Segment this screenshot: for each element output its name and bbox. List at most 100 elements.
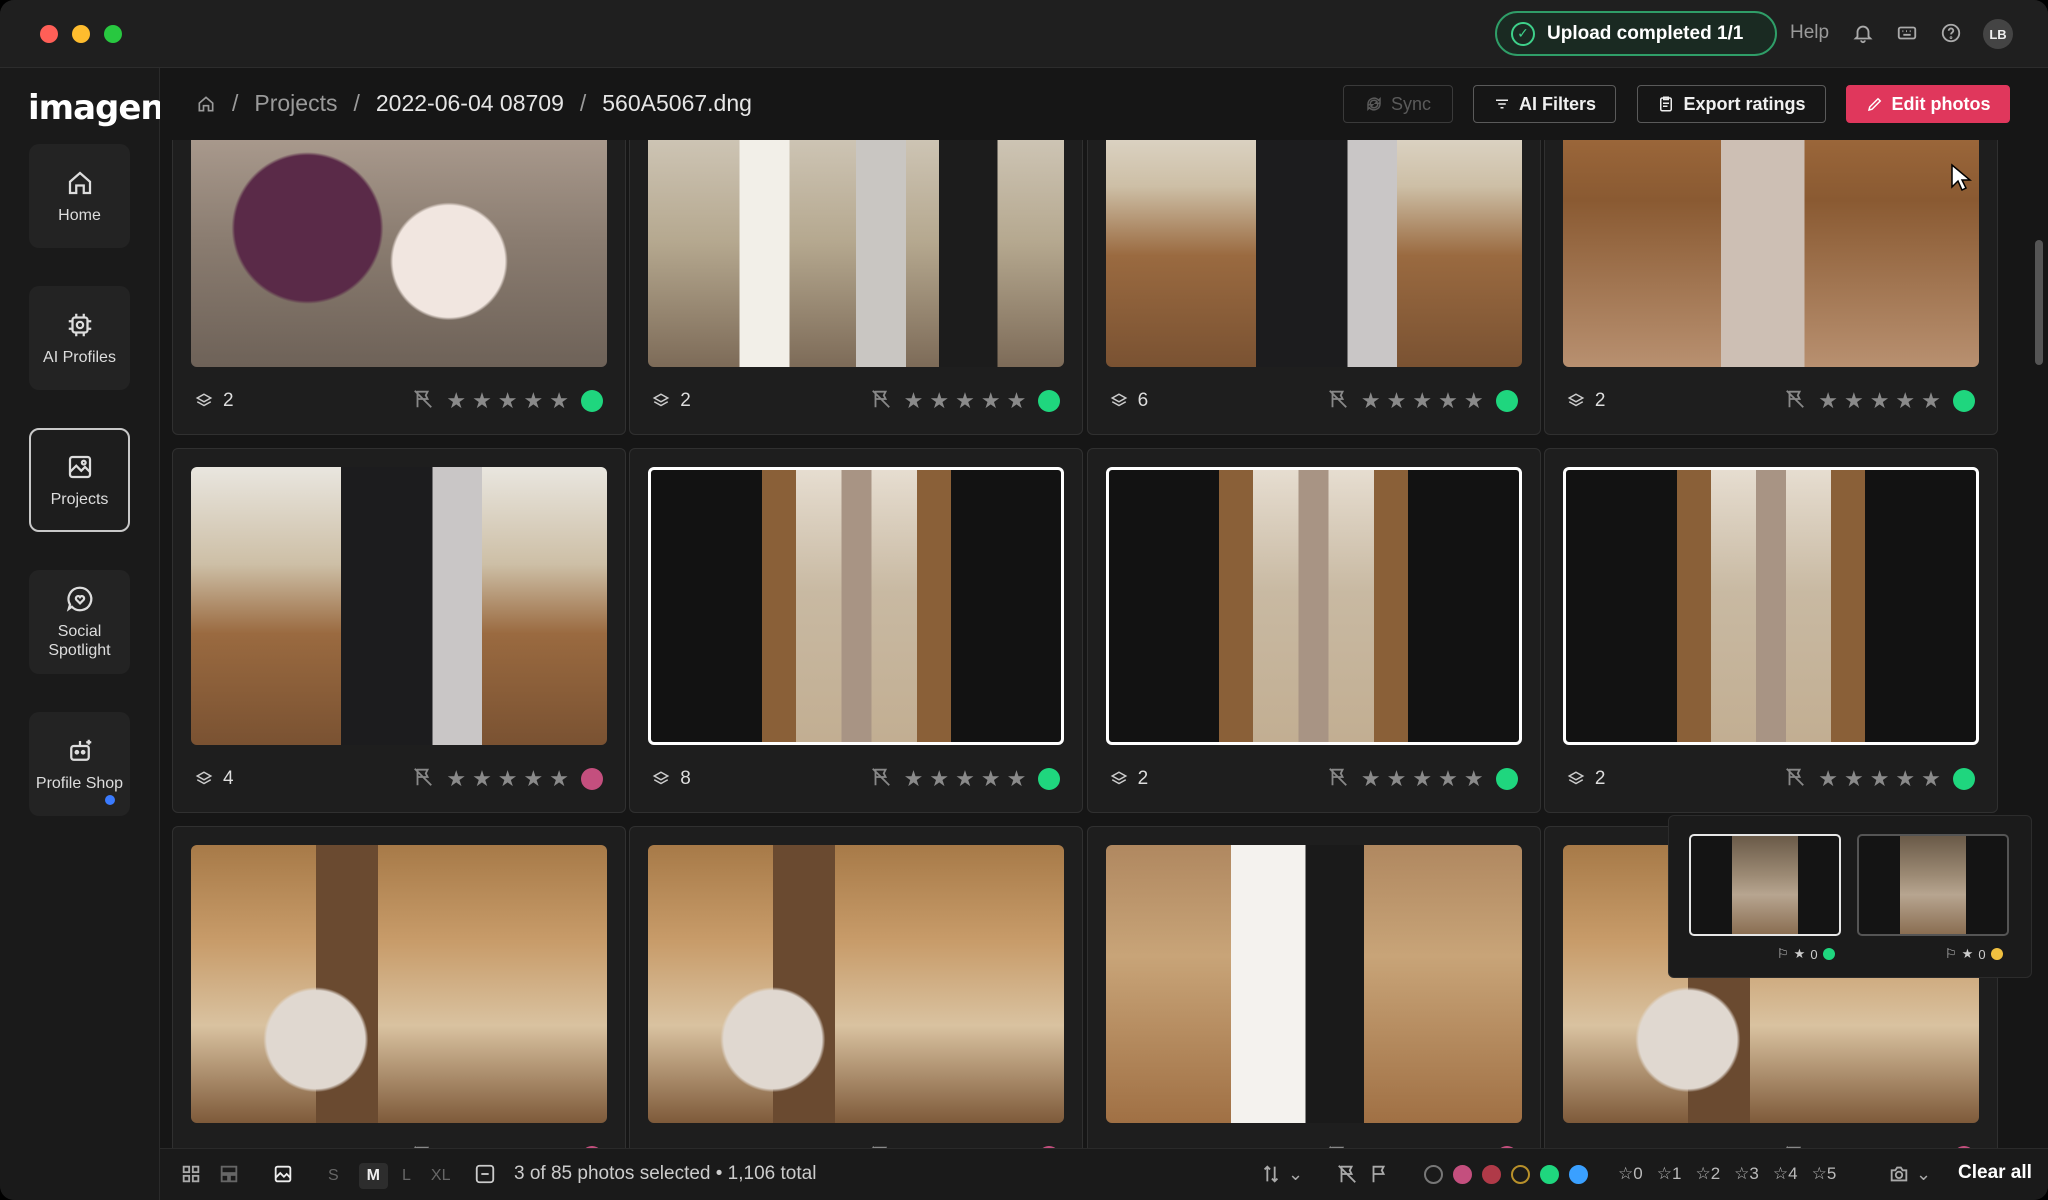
- photo-card[interactable]: 2 ★ ★ ★ ★ ★: [1086, 448, 1541, 813]
- camera-icon[interactable]: ⌄: [1888, 1163, 1931, 1185]
- star-rating-2[interactable]: ★: [1387, 768, 1407, 790]
- sync-button[interactable]: Sync: [1343, 85, 1453, 123]
- star-rating-4[interactable]: ★: [1895, 390, 1915, 412]
- no-flag-icon[interactable]: [412, 388, 440, 415]
- color-filter-dot[interactable]: [1453, 1165, 1472, 1184]
- color-label-dot[interactable]: [581, 390, 603, 412]
- star-rating-5[interactable]: ★: [1921, 768, 1941, 790]
- color-filter-dot[interactable]: [1482, 1165, 1501, 1184]
- star-rating-5[interactable]: ★: [549, 768, 569, 790]
- star-rating-3[interactable]: ★: [1870, 390, 1890, 412]
- star-rating-4[interactable]: ★: [524, 768, 544, 790]
- color-label-dot[interactable]: [581, 768, 603, 790]
- minimize-window-button[interactable]: [72, 25, 90, 43]
- star-rating-2[interactable]: ★: [929, 768, 949, 790]
- pick-flag-icon[interactable]: [1368, 1163, 1390, 1185]
- no-flag-icon[interactable]: [1327, 766, 1355, 793]
- ai-filters-button[interactable]: AI Filters: [1473, 85, 1616, 123]
- star-filter-1[interactable]: ☆1: [1657, 1164, 1682, 1184]
- stack-thumb[interactable]: [1689, 834, 1841, 936]
- no-flag-icon[interactable]: [870, 766, 898, 793]
- size-l[interactable]: L: [402, 1167, 411, 1185]
- star-rating-3[interactable]: ★: [498, 768, 518, 790]
- close-window-button[interactable]: [40, 25, 58, 43]
- star-filter-5[interactable]: ☆5: [1812, 1164, 1837, 1184]
- color-filter-dot[interactable]: [1511, 1165, 1530, 1184]
- photo-thumbnail[interactable]: [1562, 467, 1979, 745]
- color-label-dot[interactable]: [1495, 768, 1518, 790]
- star-rating-1[interactable]: ★: [446, 390, 466, 412]
- photo-card[interactable]: 2 ★ ★ ★ ★ ★: [172, 140, 626, 435]
- star-rating-2[interactable]: ★: [1387, 390, 1407, 412]
- photo-thumbnail[interactable]: [648, 845, 1065, 1123]
- star-rating-3[interactable]: ★: [955, 390, 975, 412]
- photo-thumbnail[interactable]: [1105, 845, 1522, 1123]
- photo-card[interactable]: 2 ★ ★ ★ ★ ★: [1543, 140, 1998, 435]
- size-s[interactable]: S: [328, 1167, 339, 1185]
- star-rating-3[interactable]: ★: [1412, 390, 1432, 412]
- photo-card[interactable]: ★★★★★: [172, 826, 626, 1148]
- keyboard-icon[interactable]: [1894, 20, 1920, 46]
- star-rating-5[interactable]: ★: [1007, 390, 1027, 412]
- bell-icon[interactable]: [1850, 20, 1876, 46]
- star-rating-1[interactable]: ★: [1818, 390, 1838, 412]
- stack-count[interactable]: 2: [652, 390, 691, 412]
- star-filter-0[interactable]: ☆0: [1618, 1164, 1643, 1184]
- color-label-dot[interactable]: [1038, 390, 1061, 412]
- grid-view-icon[interactable]: [180, 1163, 202, 1185]
- photo-thumbnail[interactable]: [191, 845, 607, 1123]
- star-rating-5[interactable]: ★: [1464, 390, 1484, 412]
- color-label-dot[interactable]: [1038, 768, 1061, 790]
- photo-thumbnail[interactable]: [648, 467, 1065, 745]
- star-rating-4[interactable]: ★: [981, 768, 1001, 790]
- photo-thumbnail[interactable]: [1562, 140, 1979, 367]
- star-rating-2[interactable]: ★: [1844, 768, 1864, 790]
- star-rating-4[interactable]: ★: [1895, 768, 1915, 790]
- star-rating-4[interactable]: ★: [981, 390, 1001, 412]
- color-label-dot[interactable]: [1952, 390, 1975, 412]
- edit-photos-button[interactable]: Edit photos: [1846, 85, 2010, 123]
- star-rating-1[interactable]: ★: [904, 768, 924, 790]
- breadcrumb-project[interactable]: 2022-06-04 08709: [376, 90, 564, 117]
- no-flag-icon[interactable]: [1327, 388, 1355, 415]
- user-avatar[interactable]: LB: [1983, 19, 2013, 49]
- stack-count[interactable]: 2: [1567, 390, 1605, 412]
- no-flag-icon[interactable]: [870, 388, 898, 415]
- photo-card[interactable]: ★★★★★: [1086, 826, 1541, 1148]
- photo-card[interactable]: ★★★★★: [629, 826, 1084, 1148]
- upload-status-badge[interactable]: ✓ Upload completed 1/1: [1495, 11, 1777, 56]
- stack-count[interactable]: 2: [1567, 768, 1605, 790]
- photo-card[interactable]: 6 ★ ★ ★ ★ ★: [1086, 140, 1541, 435]
- deselect-button[interactable]: [474, 1163, 496, 1185]
- color-filter-dot[interactable]: [1569, 1165, 1588, 1184]
- photo-thumbnail[interactable]: [1105, 140, 1522, 367]
- stack-count[interactable]: 6: [1110, 390, 1148, 412]
- photo-thumbnail[interactable]: [191, 467, 607, 745]
- star-rating-1[interactable]: ★: [1361, 768, 1381, 790]
- star-filter-2[interactable]: ☆2: [1695, 1164, 1720, 1184]
- sort-icon[interactable]: ⌄: [1260, 1163, 1303, 1185]
- photo-thumbnail[interactable]: [1105, 467, 1522, 745]
- no-flag-icon[interactable]: [412, 766, 440, 793]
- star-rating-5[interactable]: ★: [1921, 390, 1941, 412]
- photo-card[interactable]: 2 ★ ★ ★ ★ ★: [629, 140, 1084, 435]
- star-rating-2[interactable]: ★: [1844, 390, 1864, 412]
- home-icon[interactable]: [196, 94, 216, 114]
- help-link[interactable]: Help: [1790, 22, 1829, 44]
- star-rating-1[interactable]: ★: [446, 768, 466, 790]
- stack-count[interactable]: 8: [652, 768, 691, 790]
- nav-ai-profiles[interactable]: AI Profiles: [29, 286, 130, 390]
- star-filter-3[interactable]: ☆3: [1734, 1164, 1759, 1184]
- size-xl[interactable]: XL: [431, 1167, 451, 1185]
- photo-thumbnail[interactable]: [191, 140, 607, 367]
- star-rating-2[interactable]: ★: [929, 390, 949, 412]
- nav-social-spotlight[interactable]: Social Spotlight: [29, 570, 130, 674]
- reject-flag-icon[interactable]: [1336, 1163, 1358, 1185]
- zoom-window-button[interactable]: [104, 25, 122, 43]
- breadcrumb-projects[interactable]: Projects: [254, 90, 337, 117]
- scrollbar[interactable]: [2035, 240, 2043, 365]
- color-label-dot[interactable]: [1952, 768, 1975, 790]
- export-ratings-button[interactable]: Export ratings: [1637, 85, 1826, 123]
- stack-count[interactable]: 2: [195, 390, 234, 412]
- size-m[interactable]: M: [358, 1163, 388, 1189]
